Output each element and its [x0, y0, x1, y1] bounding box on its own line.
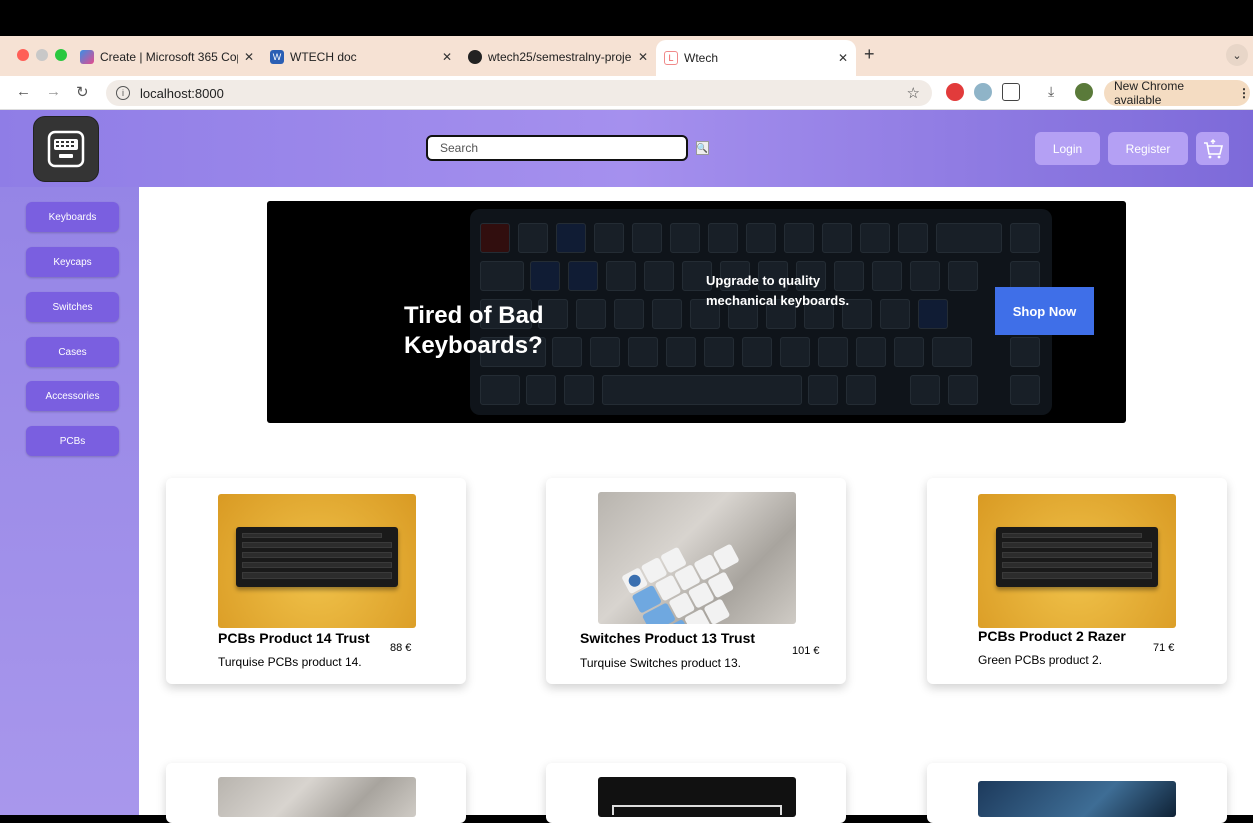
product-price: 101 €: [792, 645, 820, 657]
address-bar[interactable]: i localhost:8000 ☆: [106, 80, 932, 106]
product-card[interactable]: PCBs Product 2 Razer 71 € Green PCBs pro…: [927, 478, 1227, 684]
close-icon[interactable]: ✕: [244, 50, 254, 64]
product-image[interactable]: [218, 777, 416, 817]
product-image[interactable]: [598, 492, 796, 624]
product-description: Green PCBs product 2.: [978, 653, 1103, 667]
keyboard-logo-icon: [47, 130, 85, 168]
reload-icon[interactable]: ↻: [76, 83, 89, 101]
update-label: New Chrome available: [1114, 79, 1185, 107]
product-card[interactable]: PCBs Product 14 Trust 88 € Turquise PCBs…: [166, 478, 466, 684]
product-card[interactable]: [546, 763, 846, 823]
adblock-extension-icon[interactable]: [946, 83, 964, 101]
tab-title: WTECH doc: [290, 50, 357, 64]
sidebar-item-keyboards[interactable]: Keyboards: [26, 202, 119, 232]
banner-title: Tired of Bad Keyboards?: [404, 302, 544, 359]
laravel-icon: L: [664, 51, 678, 65]
category-sidebar: [0, 187, 139, 815]
product-card[interactable]: [166, 763, 466, 823]
browser-tab-wtech-doc[interactable]: W WTECH doc ✕: [262, 42, 460, 72]
search-icon[interactable]: 🔍: [696, 141, 709, 155]
product-name[interactable]: PCBs Product 14 Trust: [218, 630, 370, 646]
login-button[interactable]: Login: [1035, 132, 1100, 165]
browser-tab-wtech[interactable]: L Wtech ✕: [656, 40, 856, 76]
sidebar-item-cases[interactable]: Cases: [26, 337, 119, 367]
sidebar-item-pcbs[interactable]: PCBs: [26, 426, 119, 456]
close-icon[interactable]: ✕: [638, 50, 648, 64]
bookmark-star-icon[interactable]: ☆: [907, 84, 920, 102]
product-image[interactable]: [598, 777, 796, 817]
word-icon: W: [270, 50, 284, 64]
back-icon[interactable]: ←: [16, 83, 31, 100]
new-chrome-available-button[interactable]: New Chrome available ⋮: [1104, 79, 1250, 107]
puzzle-extensions-icon[interactable]: [1002, 83, 1020, 101]
tab-title: Create | Microsoft 365 Copilo: [100, 50, 238, 64]
forward-icon[interactable]: →: [46, 83, 61, 100]
download-icon[interactable]: ⤓: [1048, 83, 1054, 100]
product-image[interactable]: [978, 494, 1176, 628]
close-icon[interactable]: ✕: [838, 51, 848, 65]
copilot-icon: [80, 50, 94, 64]
maximize-window-icon[interactable]: [55, 49, 67, 61]
banner-subtitle: Upgrade to quality mechanical keyboards.: [706, 273, 850, 308]
product-image[interactable]: [218, 494, 416, 628]
register-button[interactable]: Register: [1108, 132, 1188, 165]
product-card[interactable]: [927, 763, 1227, 823]
info-icon[interactable]: i: [116, 86, 130, 100]
more-options-icon[interactable]: ⋮: [1238, 86, 1250, 100]
product-name[interactable]: Switches Product 13 Trust: [580, 630, 755, 646]
close-icon[interactable]: ✕: [442, 50, 452, 64]
tab-title: wtech25/semestralny-projekt: [488, 50, 632, 64]
sidebar-item-keycaps[interactable]: Keycaps: [26, 247, 119, 277]
browser-tab-copilot[interactable]: Create | Microsoft 365 Copilo ✕: [72, 42, 262, 72]
product-card[interactable]: Switches Product 13 Trust 101 € Turquise…: [546, 478, 846, 684]
url-text: localhost:8000: [140, 85, 224, 101]
github-icon: [468, 50, 482, 64]
shop-now-button[interactable]: Shop Now: [995, 287, 1094, 335]
product-image[interactable]: [978, 781, 1176, 817]
search-input[interactable]: [426, 135, 688, 161]
extension-icon[interactable]: [974, 83, 992, 101]
sidebar-item-accessories[interactable]: Accessories: [26, 381, 119, 411]
site-logo[interactable]: [33, 116, 99, 182]
product-description: Turquise PCBs product 14.: [218, 655, 362, 669]
new-tab-icon[interactable]: +: [864, 44, 875, 65]
profile-avatar[interactable]: [1075, 83, 1093, 101]
sidebar-item-switches[interactable]: Switches: [26, 292, 119, 322]
product-description: Turquise Switches product 13.: [580, 656, 741, 670]
product-name[interactable]: PCBs Product 2 Razer: [978, 628, 1126, 644]
browser-tab-github[interactable]: wtech25/semestralny-projekt ✕: [460, 42, 656, 72]
minimize-window-icon[interactable]: [36, 49, 48, 61]
cart-icon: [1203, 138, 1223, 158]
product-price: 88 €: [390, 642, 412, 654]
close-window-icon[interactable]: [17, 49, 29, 61]
tab-title: Wtech: [684, 51, 719, 65]
cart-button[interactable]: [1196, 132, 1229, 165]
chevron-down-icon[interactable]: ⌄: [1226, 44, 1248, 66]
os-menu-bar: [0, 0, 1253, 36]
product-price: 71 €: [1153, 642, 1175, 654]
